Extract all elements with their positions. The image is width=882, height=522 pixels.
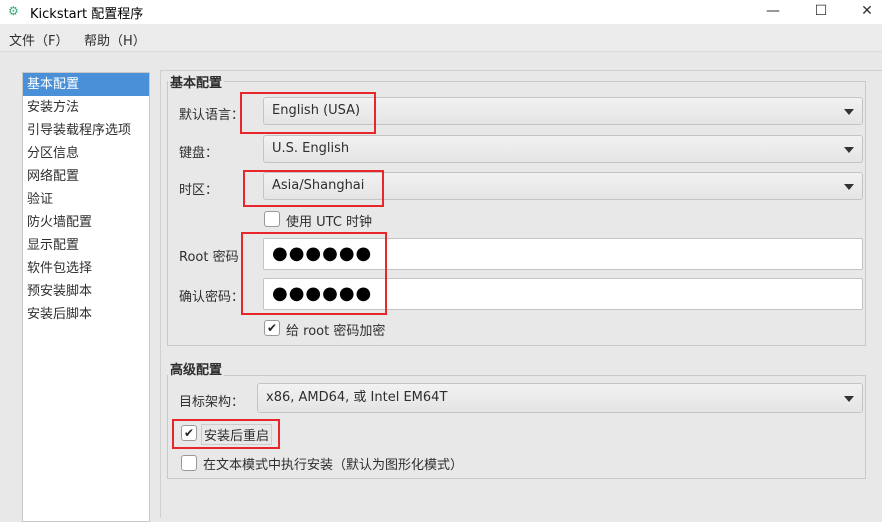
root-password-label: Root 密码 <box>179 250 239 265</box>
keyboard-dropdown[interactable]: U.S. English <box>263 135 863 163</box>
sidebar-item-partition[interactable]: 分区信息 <box>23 142 149 165</box>
highlight-timezone <box>243 170 384 207</box>
basic-config-title: 基本配置 <box>168 72 225 91</box>
sidebar-item-post-script[interactable]: 安装后脚本 <box>23 303 149 326</box>
sidebar-item-network[interactable]: 网络配置 <box>23 165 149 188</box>
sidebar-item-pre-script[interactable]: 预安装脚本 <box>23 280 149 303</box>
window-title: Kickstart 配置程序 <box>30 7 144 22</box>
sidebar-item-bootloader[interactable]: 引导装载程序选项 <box>23 119 149 142</box>
menu-bar: 文件（F） 帮助（H） <box>0 24 882 52</box>
keyboard-label: 键盘： <box>179 146 219 161</box>
chevron-down-icon <box>844 147 854 153</box>
advanced-config-title: 高级配置 <box>168 359 225 378</box>
highlight-reboot <box>172 419 280 449</box>
minimize-button[interactable]: — <box>750 0 796 24</box>
utc-label: 使用 UTC 时钟 <box>286 215 373 230</box>
highlight-language <box>240 92 376 134</box>
encrypt-checkbox[interactable]: ✔ <box>264 320 280 336</box>
maximize-button[interactable]: ☐ <box>798 0 844 24</box>
utc-checkbox[interactable] <box>264 211 280 227</box>
timezone-label: 时区： <box>179 183 219 198</box>
sidebar-item-install-method[interactable]: 安装方法 <box>23 96 149 119</box>
keyboard-value: U.S. English <box>272 141 350 156</box>
confirm-password-label: 确认密码： <box>179 290 245 305</box>
app-icon: ⚙ <box>8 4 19 18</box>
sidebar-item-basic[interactable]: 基本配置 <box>23 73 149 96</box>
menu-help[interactable]: 帮助（H） <box>84 30 146 49</box>
sidebar-item-firewall[interactable]: 防火墙配置 <box>23 211 149 234</box>
close-button[interactable]: ✕ <box>844 0 882 24</box>
menu-file[interactable]: 文件（F） <box>9 30 68 49</box>
sidebar-item-packages[interactable]: 软件包选择 <box>23 257 149 280</box>
arch-label: 目标架构： <box>179 395 245 410</box>
highlight-passwords <box>241 232 387 315</box>
sidebar: 基本配置 安装方法 引导装载程序选项 分区信息 网络配置 验证 防火墙配置 显示… <box>22 72 150 522</box>
sidebar-item-display[interactable]: 显示配置 <box>23 234 149 257</box>
arch-value: x86, AMD64, 或 Intel EM64T <box>266 390 448 405</box>
textmode-checkbox[interactable] <box>181 455 197 471</box>
language-label: 默认语言： <box>179 108 245 123</box>
chevron-down-icon <box>844 109 854 115</box>
encrypt-label: 给 root 密码加密 <box>286 324 386 339</box>
arch-dropdown[interactable]: x86, AMD64, 或 Intel EM64T <box>257 383 863 413</box>
textmode-label: 在文本模式中执行安装（默认为图形化模式） <box>203 458 464 473</box>
title-bar: ⚙ Kickstart 配置程序 — ☐ ✕ <box>0 0 882 24</box>
chevron-down-icon <box>844 184 854 190</box>
sidebar-item-auth[interactable]: 验证 <box>23 188 149 211</box>
chevron-down-icon <box>844 396 854 402</box>
